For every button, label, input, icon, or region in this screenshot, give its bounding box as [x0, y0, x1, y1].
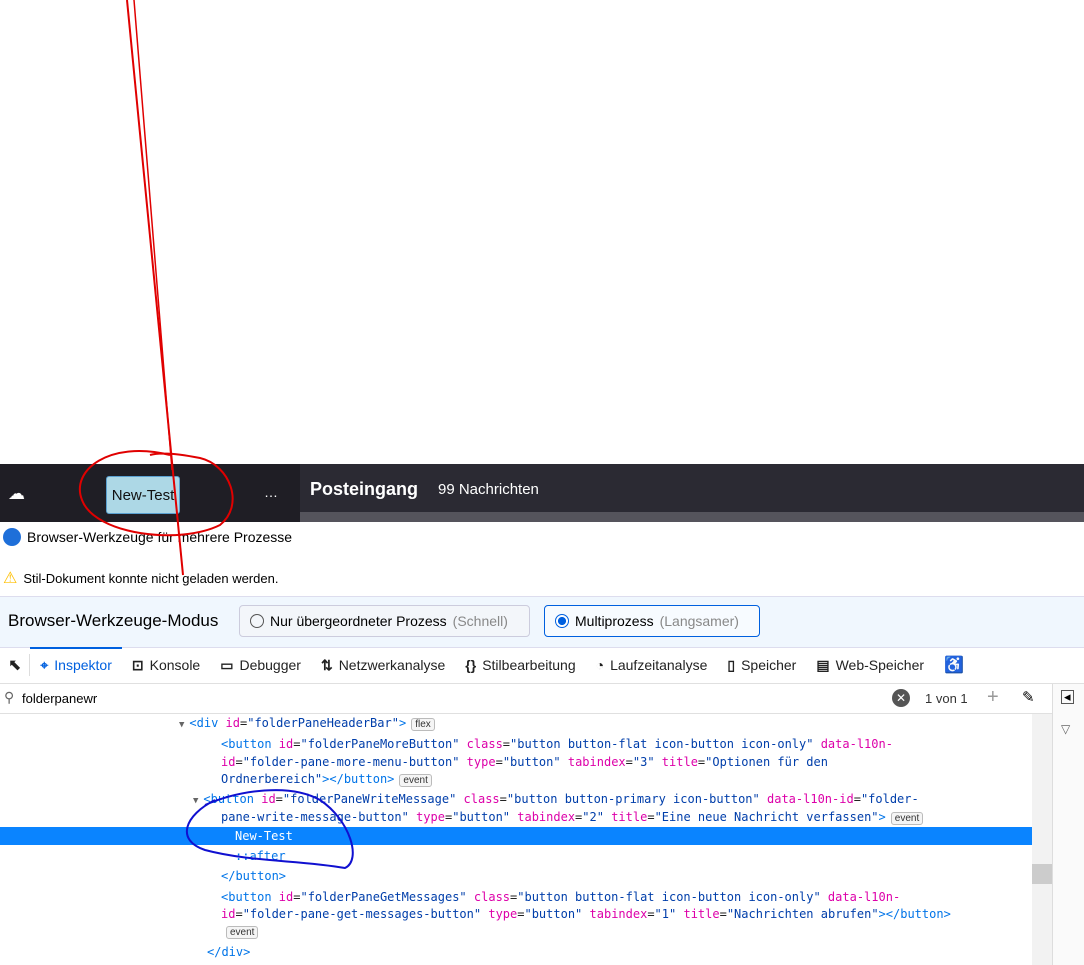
red-arrow-line: [133, 0, 173, 471]
blue-circle-annotation: [185, 789, 354, 870]
red-arrow-line: [126, 0, 184, 576]
red-circle-annotation: [79, 450, 234, 537]
annotation-overlay: [79, 0, 354, 870]
